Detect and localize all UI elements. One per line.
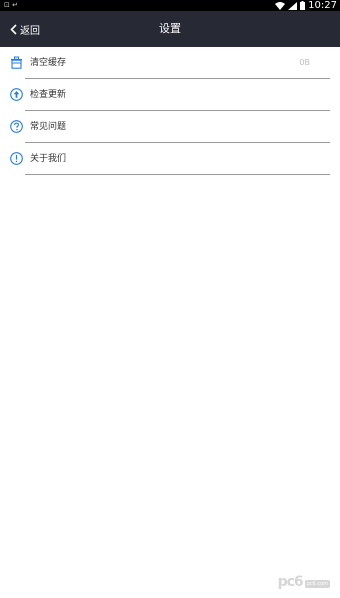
- trash-icon: [11, 56, 22, 69]
- row-divider: [25, 174, 330, 175]
- question-icon: [10, 120, 23, 133]
- status-left-icons: ⊡ ↵: [4, 1, 18, 9]
- info-icon: [10, 152, 23, 165]
- settings-item-label: 常见问题: [30, 122, 67, 132]
- status-bar: ⊡ ↵ 10:27: [0, 0, 340, 11]
- wifi-icon: [275, 1, 286, 10]
- status-right-group: 10:27: [275, 0, 337, 11]
- battery-icon: [300, 1, 306, 10]
- status-time: 10:27: [308, 0, 337, 11]
- signal-icon: [288, 1, 298, 10]
- settings-item-about[interactable]: 关于我们: [0, 143, 340, 175]
- settings-item-label: 关于我们: [30, 154, 67, 164]
- top-nav-bar: 返回 设置: [0, 11, 340, 47]
- settings-item-label: 检查更新: [30, 90, 67, 100]
- watermark-text: pc6: [277, 574, 304, 590]
- page-title: 设置: [159, 22, 181, 35]
- upload-arrow-icon: [10, 88, 23, 101]
- watermark-subtext: pc6.com: [304, 580, 330, 588]
- settings-item-faq[interactable]: 常见问题: [0, 111, 340, 143]
- settings-item-clear-cache[interactable]: 清空缓存 0B: [0, 47, 340, 79]
- watermark-logo: pc6 pc6.com: [278, 574, 330, 590]
- settings-item-check-update[interactable]: 检查更新: [0, 79, 340, 111]
- cache-size-value: 0B: [299, 58, 310, 67]
- settings-list: 清空缓存 0B 检查更新 常见问题 关于我们: [0, 47, 340, 175]
- settings-item-label: 清空缓存: [30, 58, 67, 68]
